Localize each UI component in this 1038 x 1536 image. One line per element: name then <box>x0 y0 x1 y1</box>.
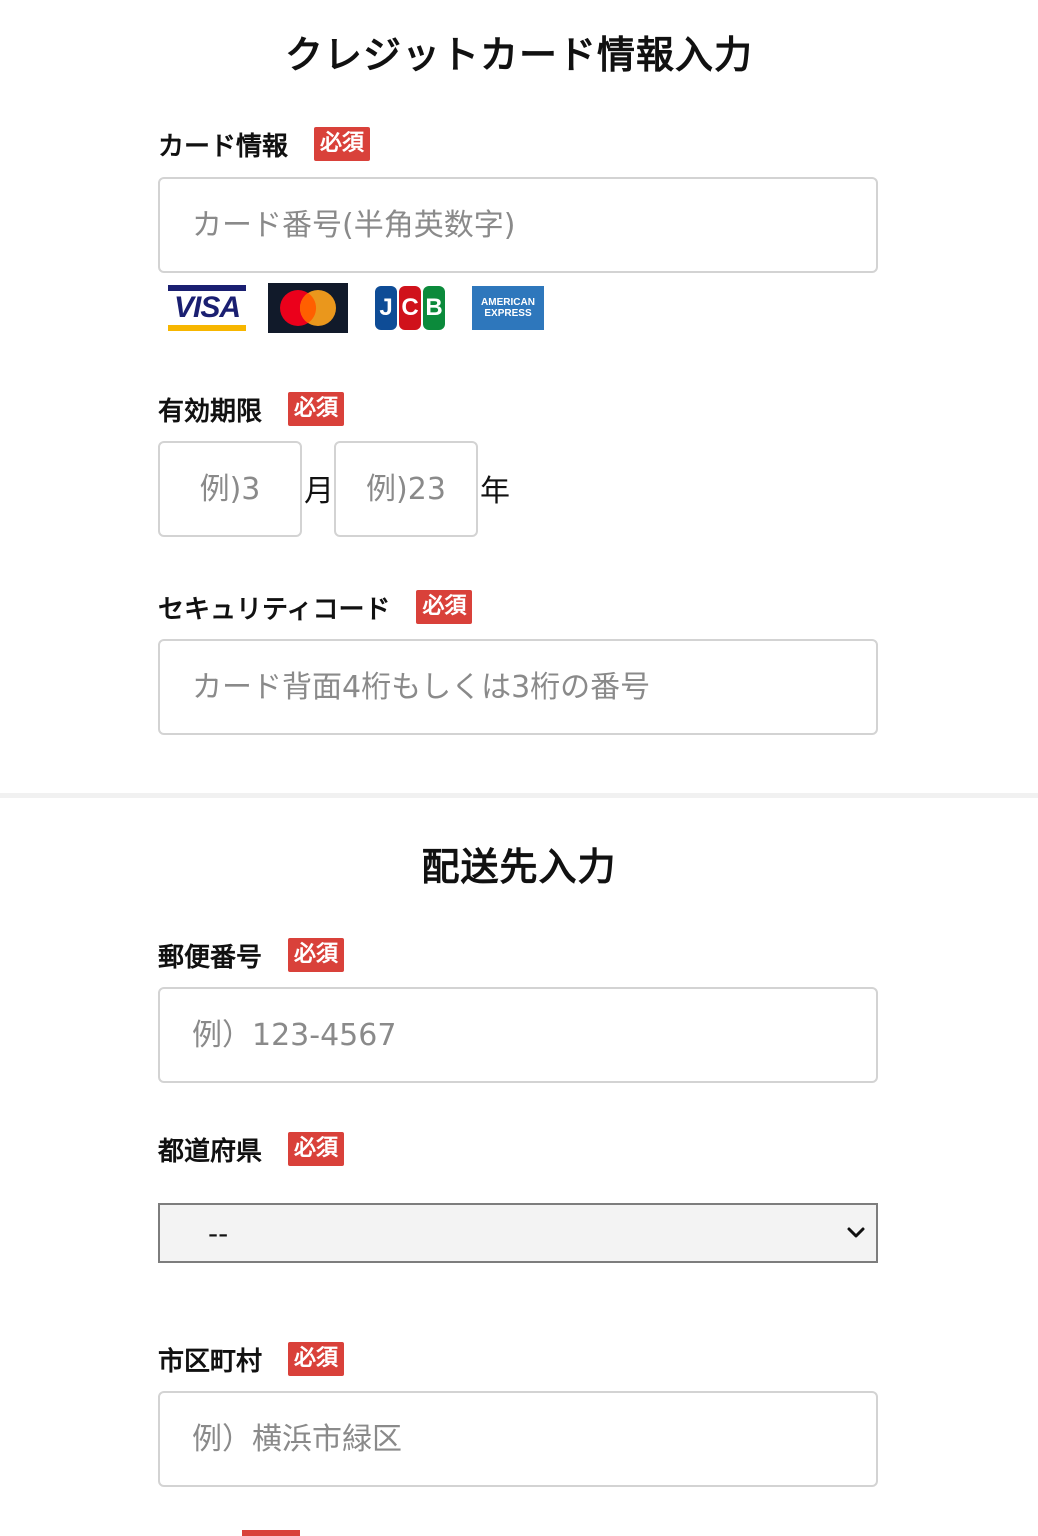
prefecture-label-text: 都道府県 <box>158 1136 263 1167</box>
section-divider <box>0 793 1038 798</box>
expiry-label-text: 有効期限 <box>158 396 263 427</box>
security-code-label-text: セキュリティコード <box>158 594 391 625</box>
expiry-label: 有効期限 必須 <box>158 389 345 429</box>
checkout-form-page: クレジットカード情報入力 カード情報 必須 VISA J C B AMERICA… <box>0 0 1038 1536</box>
required-badge: 必須 <box>288 1342 345 1376</box>
card-info-label: カード情報 必須 <box>158 124 371 164</box>
credit-card-section-title: クレジットカード情報入力 <box>284 33 753 77</box>
year-unit: 年 <box>480 474 510 509</box>
expiry-month-input[interactable] <box>158 441 302 537</box>
mastercard-logo <box>268 283 348 333</box>
card-number-input[interactable] <box>158 177 878 273</box>
city-input[interactable] <box>158 1391 878 1487</box>
postal-code-label: 郵便番号 必須 <box>158 935 345 975</box>
prefecture-select[interactable]: -- <box>158 1203 878 1263</box>
jcb-logo: J C B <box>370 283 450 333</box>
required-badge: 必須 <box>288 392 345 426</box>
security-code-label: セキュリティコード 必須 <box>158 587 473 627</box>
required-badge-partial <box>242 1530 300 1536</box>
postal-code-label-text: 郵便番号 <box>158 942 263 973</box>
city-label: 市区町村 必須 <box>158 1339 345 1379</box>
prefecture-label: 都道府県 必須 <box>158 1129 345 1169</box>
city-label-text: 市区町村 <box>158 1346 263 1377</box>
card-brands: VISA J C B AMERICAN EXPRESS <box>168 282 544 334</box>
security-code-input[interactable] <box>158 639 878 735</box>
prefecture-selected-value: -- <box>208 1217 229 1250</box>
required-badge: 必須 <box>288 1132 345 1166</box>
shipping-section-title: 配送先入力 <box>421 845 617 889</box>
amex-logo: AMERICAN EXPRESS <box>472 286 544 330</box>
required-badge: 必須 <box>314 127 371 161</box>
required-badge: 必須 <box>288 938 345 972</box>
month-unit: 月 <box>304 474 334 509</box>
card-info-label-text: カード情報 <box>158 131 289 162</box>
visa-logo: VISA <box>168 283 246 333</box>
postal-code-input[interactable] <box>158 987 878 1083</box>
required-badge: 必須 <box>416 590 473 624</box>
chevron-down-icon <box>847 1227 865 1238</box>
expiry-year-input[interactable] <box>334 441 478 537</box>
